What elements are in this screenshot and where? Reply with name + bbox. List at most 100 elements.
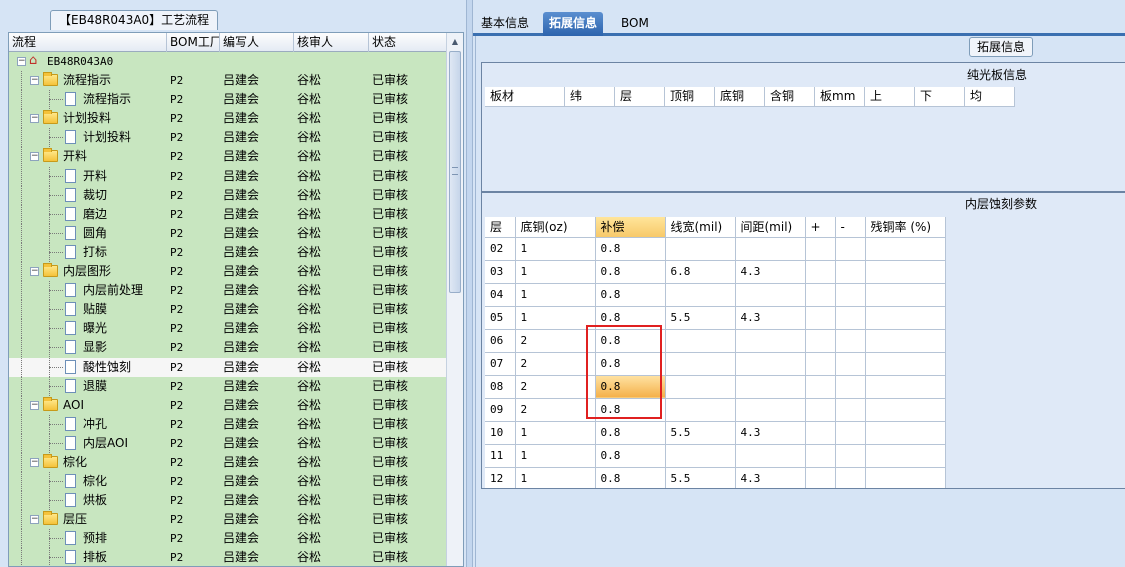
process-step-cell[interactable]: 圆角 <box>9 223 167 243</box>
inner-etch-cell[interactable] <box>835 260 866 284</box>
inner-etch-cell[interactable]: 0.8 <box>595 237 666 261</box>
process-tree-row[interactable]: 打标 P2 吕建会 谷松 已审核 <box>9 242 447 262</box>
collapse-icon[interactable]: − <box>30 152 39 162</box>
inner-etch-cell[interactable]: 0.8 <box>595 306 666 330</box>
pure-board-column-header[interactable]: 板材 <box>485 87 565 107</box>
process-tree-row[interactable]: 裁切 P2 吕建会 谷松 已审核 <box>9 185 447 205</box>
inner-etch-column-header[interactable]: 间距(mil) <box>735 217 806 238</box>
process-step-cell[interactable]: 打标 <box>9 242 167 262</box>
pure-board-column-header[interactable]: 下 <box>915 87 965 107</box>
inner-etch-column-header[interactable]: 残铜率 (%) <box>865 217 946 238</box>
process-tree-row[interactable]: 内层AOI P2 吕建会 谷松 已审核 <box>9 433 447 453</box>
inner-etch-cell[interactable] <box>805 260 836 284</box>
process-step-cell[interactable]: 内层前处理 <box>9 281 167 301</box>
inner-etch-cell[interactable] <box>805 444 836 468</box>
inner-etch-cell[interactable] <box>835 306 866 330</box>
process-step-cell[interactable]: 裁切 <box>9 185 167 205</box>
process-tree-row[interactable]: − 流程指示 P2 吕建会 谷松 已审核 <box>9 71 447 91</box>
tree-vertical-scrollbar[interactable]: ▲ <box>446 33 463 566</box>
inner-etch-cell[interactable] <box>865 329 946 353</box>
inner-etch-row[interactable]: 04 1 0.8 <box>485 283 946 307</box>
inner-etch-cell[interactable] <box>735 237 806 261</box>
process-step-cell[interactable]: 退膜 <box>9 376 167 396</box>
scrollbar-thumb[interactable] <box>449 51 461 293</box>
inner-etch-cell[interactable] <box>735 352 806 376</box>
inner-etch-cell[interactable]: 1 <box>515 421 596 445</box>
process-step-cell[interactable]: 贴膜 <box>9 300 167 320</box>
panel-splitter[interactable] <box>466 0 473 567</box>
inner-etch-cell[interactable] <box>805 421 836 445</box>
inner-etch-row[interactable]: 11 1 0.8 <box>485 444 946 468</box>
inner-etch-cell[interactable] <box>835 375 866 399</box>
process-tree-row[interactable]: 计划投料 P2 吕建会 谷松 已审核 <box>9 128 447 148</box>
collapse-icon[interactable]: − <box>30 267 39 277</box>
process-tree-row[interactable]: 流程指示 P2 吕建会 谷松 已审核 <box>9 90 447 110</box>
process-step-cell[interactable]: − 计划投料 <box>9 109 167 129</box>
process-tree-row[interactable]: 预排 P2 吕建会 谷松 已审核 <box>9 529 447 549</box>
inner-etch-cell[interactable] <box>865 306 946 330</box>
process-grid-column-header[interactable]: 核审人 <box>294 33 369 52</box>
inner-etch-cell[interactable] <box>805 283 836 307</box>
inner-etch-cell[interactable]: 1 <box>515 306 596 330</box>
inner-etch-cell[interactable]: 5.5 <box>665 467 736 488</box>
process-grid-column-header[interactable]: 流程 <box>9 33 167 52</box>
pure-board-column-header[interactable]: 板mm <box>815 87 865 107</box>
inner-etch-cell[interactable] <box>805 329 836 353</box>
inner-etch-column-header[interactable]: 线宽(mil) <box>665 217 736 238</box>
inner-etch-cell[interactable] <box>735 398 806 422</box>
inner-etch-cell[interactable]: 0.8 <box>595 467 666 488</box>
inner-etch-cell[interactable]: 6.8 <box>665 260 736 284</box>
inner-etch-cell[interactable]: 03 <box>485 260 516 284</box>
inner-etch-cell[interactable]: 10 <box>485 421 516 445</box>
inner-etch-cell[interactable] <box>665 375 736 399</box>
scroll-up-arrow-icon[interactable]: ▲ <box>449 35 461 49</box>
process-step-cell[interactable]: − AOI <box>9 395 167 415</box>
inner-etch-cell[interactable]: 12 <box>485 467 516 488</box>
process-tree-row[interactable]: − 内层图形 P2 吕建会 谷松 已审核 <box>9 262 447 282</box>
inner-etch-cell[interactable]: 1 <box>515 283 596 307</box>
process-step-cell[interactable]: 棕化 <box>9 472 167 492</box>
inner-etch-column-header[interactable]: 补偿 <box>595 217 666 238</box>
process-step-cell[interactable]: − 棕化 <box>9 452 167 472</box>
process-tree-row[interactable]: 圆角 P2 吕建会 谷松 已审核 <box>9 223 447 243</box>
process-grid-column-header[interactable]: 编写人 <box>220 33 294 52</box>
inner-etch-row[interactable]: 03 1 0.8 6.8 4.3 <box>485 260 946 284</box>
process-tree-row[interactable]: 内层前处理 P2 吕建会 谷松 已审核 <box>9 281 447 301</box>
process-tree-row[interactable]: − 计划投料 P2 吕建会 谷松 已审核 <box>9 109 447 129</box>
pure-board-column-header[interactable]: 顶铜 <box>665 87 715 107</box>
tab-basic-info[interactable]: 基本信息 <box>475 12 535 36</box>
pure-board-column-header[interactable]: 上 <box>865 87 915 107</box>
inner-etch-row[interactable]: 09 2 0.8 <box>485 398 946 422</box>
inner-etch-cell[interactable] <box>835 283 866 307</box>
inner-etch-cell[interactable] <box>865 398 946 422</box>
inner-etch-cell[interactable]: 4.3 <box>735 306 806 330</box>
collapse-icon[interactable]: − <box>30 400 39 410</box>
process-tree-row[interactable]: − 棕化 P2 吕建会 谷松 已审核 <box>9 452 447 472</box>
process-tree-row[interactable]: 冲孔 P2 吕建会 谷松 已审核 <box>9 414 447 434</box>
inner-etch-cell[interactable]: 0.8 <box>595 375 666 399</box>
process-tree-row[interactable]: 排板 P2 吕建会 谷松 已审核 <box>9 548 447 566</box>
inner-etch-cell[interactable]: 2 <box>515 375 596 399</box>
collapse-icon[interactable]: − <box>30 114 39 124</box>
inner-etch-cell[interactable] <box>665 283 736 307</box>
inner-etch-cell[interactable] <box>835 444 866 468</box>
pure-board-column-header[interactable]: 均 <box>965 87 1015 107</box>
inner-etch-cell[interactable] <box>805 398 836 422</box>
inner-etch-cell[interactable] <box>665 237 736 261</box>
process-tree-row[interactable]: − ⌂ EB48R043A0 <box>9 52 447 71</box>
collapse-icon[interactable]: − <box>30 515 39 525</box>
tab-bom[interactable]: BOM <box>615 12 655 36</box>
inner-etch-cell[interactable]: 0.8 <box>595 352 666 376</box>
process-tree-row[interactable]: − 开料 P2 吕建会 谷松 已审核 <box>9 147 447 167</box>
process-grid-column-header[interactable]: BOM工厂 <box>167 33 220 52</box>
inner-etch-cell[interactable] <box>805 467 836 488</box>
inner-etch-cell[interactable]: 02 <box>485 237 516 261</box>
inner-etch-cell[interactable] <box>835 421 866 445</box>
inner-etch-cell[interactable]: 5.5 <box>665 421 736 445</box>
inner-etch-cell[interactable] <box>805 306 836 330</box>
inner-etch-cell[interactable] <box>865 283 946 307</box>
inner-etch-row[interactable]: 02 1 0.8 <box>485 237 946 261</box>
process-step-cell[interactable]: 酸性蚀刻 <box>9 357 167 377</box>
pure-board-column-header[interactable]: 层 <box>615 87 665 107</box>
process-tree-row[interactable]: 显影 P2 吕建会 谷松 已审核 <box>9 338 447 358</box>
